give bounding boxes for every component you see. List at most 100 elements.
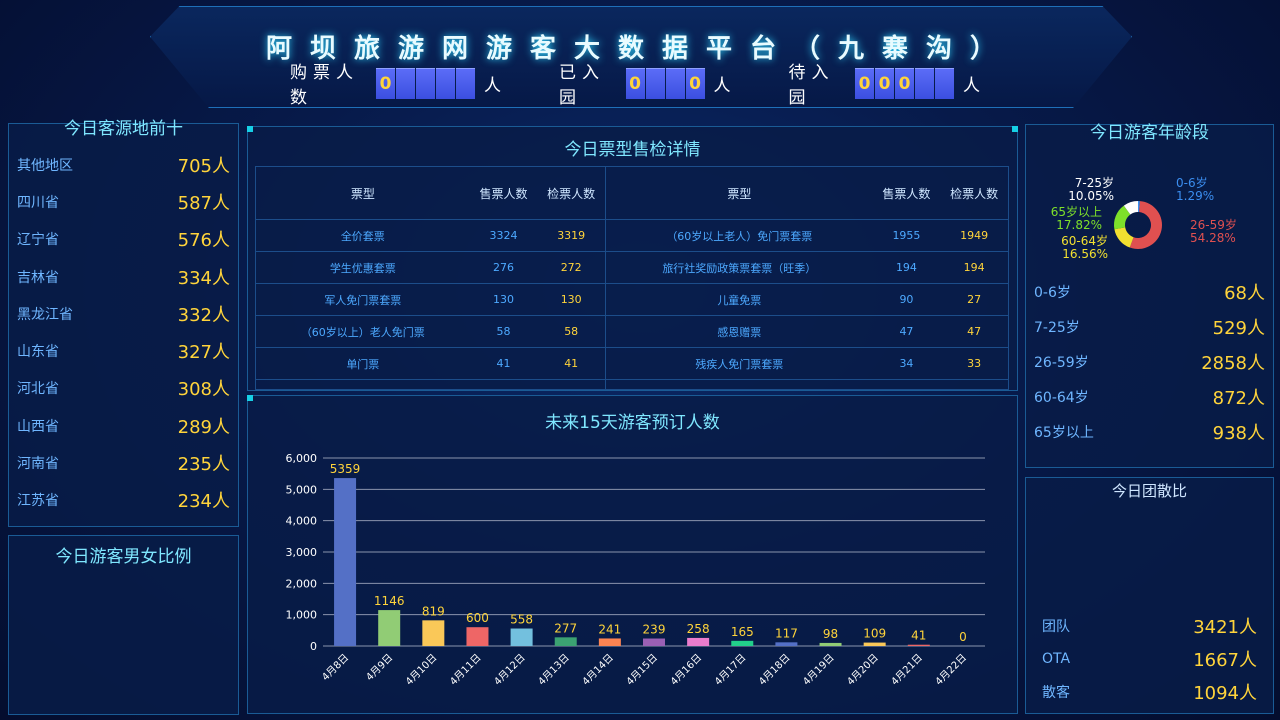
list-item: 吉林省 334人 — [9, 258, 238, 295]
gender-panel-title: 今日游客男女比例 — [55, 547, 192, 567]
table-row: 军人免门票套票 130 130 儿童免票 90 27 — [256, 283, 1008, 316]
cell: 41 — [469, 347, 538, 380]
cell: 47 — [872, 315, 941, 348]
item-value: 705人 — [177, 155, 230, 177]
cell: 1949 — [940, 219, 1008, 252]
bar — [334, 478, 357, 646]
item-value: 327人 — [177, 342, 230, 364]
source-panel-title: 今日客源地前十 — [64, 119, 183, 139]
item-value: 938人 — [1212, 422, 1265, 444]
counter-label: 待入园 — [788, 63, 835, 108]
item-value: 308人 — [177, 379, 230, 401]
bar — [907, 644, 930, 646]
list-item: 散客 1094人 — [1034, 675, 1265, 708]
bar-value-label: 558 — [510, 613, 533, 627]
bar — [819, 642, 842, 646]
item-name: 其他地区 — [17, 157, 73, 174]
ticket-panel: 今日票型售检详情 票型 售票人数 检票人数 票型 售票人数 检票人数 全价套票 3… — [247, 126, 1018, 391]
col-header: 检票人数 — [940, 167, 1008, 220]
y-tick-label: 4,000 — [286, 515, 318, 528]
source-panel: 今日客源地前十 其他地区 705人 四川省 587人 辽宁省 576人 吉林省 334人… — [8, 119, 239, 527]
bar — [687, 637, 710, 646]
x-tick-label: 4月10日 — [403, 652, 439, 688]
x-tick-label: 4月12日 — [492, 652, 528, 688]
x-tick-label: 4月11日 — [447, 652, 483, 688]
counter-label: 已入园 — [559, 63, 605, 108]
item-value: 234人 — [177, 491, 230, 513]
x-tick-label: 4月22日 — [933, 652, 969, 688]
item-value: 3421人 — [1193, 616, 1257, 638]
list-item: 其他地区 705人 — [9, 146, 238, 183]
bar — [466, 627, 489, 646]
x-tick-label: 4月21日 — [889, 652, 925, 688]
item-name: 四川省 — [17, 194, 59, 211]
col-header: 售票人数 — [469, 167, 538, 220]
age-list: 0-6岁 68人 7-25岁 529人 26-59岁 2858人 60-64岁 872人… — [1026, 274, 1273, 449]
counter-label: 购票人数 — [290, 63, 359, 108]
panel-corner — [247, 126, 253, 132]
ticket-panel-title: 今日票型售检详情 — [564, 140, 701, 160]
item-name: 辽宁省 — [17, 232, 59, 249]
cell: 全价套票 — [256, 219, 470, 252]
cell: 旅行社奖励政策票套票（旺季） — [605, 251, 873, 284]
col-header: 售票人数 — [872, 167, 941, 220]
digit — [456, 67, 475, 99]
y-tick-label: 5,000 — [286, 483, 318, 496]
item-name: 河北省 — [17, 381, 59, 398]
y-tick-label: 0 — [310, 640, 317, 653]
x-tick-label: 4月17日 — [712, 652, 748, 688]
slice-percent-label: 17.82% — [1056, 218, 1102, 232]
bar-value-label: 0 — [959, 630, 967, 644]
cell: 34 — [872, 347, 941, 380]
x-tick-label: 4月9日 — [364, 652, 396, 684]
y-tick-label: 3,000 — [286, 546, 318, 559]
age-panel: 今日游客年龄段 0-6岁 1.29% 26-59岁 54.28% 60-64岁 16.56… — [1025, 123, 1274, 468]
cell: 47 — [940, 315, 1008, 348]
bar-value-label: 117 — [775, 626, 798, 640]
digit — [665, 67, 685, 99]
gender-panel: 今日游客男女比例 — [8, 535, 239, 715]
cell: 27 — [940, 283, 1008, 316]
cell: 41 — [537, 347, 607, 380]
item-name: 山西省 — [17, 418, 59, 435]
table-row: 阿坝人活动门票1818 感恩补充票赠票1010 — [256, 379, 1008, 389]
digit: 0 — [855, 67, 874, 99]
cell: 1955 — [872, 219, 941, 252]
booking-bar-chart: 0 1,000 2,000 3,000 4,000 5,000 6,000 5359 4月8日 1… — [286, 452, 985, 688]
bar-value-label: 258 — [687, 622, 710, 636]
item-value: 289人 — [177, 416, 230, 438]
ticket-table-wrap: 票型 售票人数 检票人数 票型 售票人数 检票人数 全价套票 3324 3319 （… — [255, 166, 1009, 390]
cell: 单门票 — [256, 347, 470, 380]
bar — [598, 638, 621, 646]
bar-value-label: 600 — [466, 611, 489, 625]
ticket-counters: 购票人数 0 人 已入园 0 0 人 待入园 0 0 0 人 — [290, 63, 1030, 108]
list-item: 团队 3421人 — [1034, 609, 1265, 642]
cell: 33 — [940, 347, 1008, 380]
bar-value-label: 277 — [554, 621, 577, 635]
bar — [422, 620, 445, 646]
bar-value-label: 41 — [911, 629, 926, 643]
cell: 3319 — [537, 219, 607, 252]
bar-value-label: 241 — [598, 622, 621, 636]
x-tick-label: 4月15日 — [624, 652, 660, 688]
y-tick-label: 2,000 — [286, 577, 318, 590]
x-tick-label: 4月20日 — [845, 652, 881, 688]
list-item: 黑龙江省 332人 — [9, 295, 238, 332]
cell: 3324 — [469, 219, 538, 252]
cell: 130 — [537, 283, 607, 316]
cell: 130 — [469, 283, 538, 316]
bar — [378, 610, 401, 646]
item-name: 7-25岁 — [1034, 319, 1080, 336]
bar-value-label: 239 — [643, 623, 666, 637]
cell: 194 — [940, 251, 1008, 284]
digit — [915, 67, 934, 99]
slice-percent-label: 54.28% — [1190, 231, 1236, 245]
table-row: 全价套票 3324 3319 （60岁以上老人）免门票套票 1955 1949 — [256, 219, 1008, 252]
digit: 0 — [895, 67, 914, 99]
cell: 感恩赠票 — [605, 315, 873, 348]
col-header: 票型 — [605, 167, 873, 220]
digit: 0 — [875, 67, 894, 99]
item-name: 0-6岁 — [1034, 284, 1071, 301]
list-item: 辽宁省 576人 — [9, 221, 238, 258]
list-item: 26-59岁 2858人 — [1026, 344, 1273, 379]
